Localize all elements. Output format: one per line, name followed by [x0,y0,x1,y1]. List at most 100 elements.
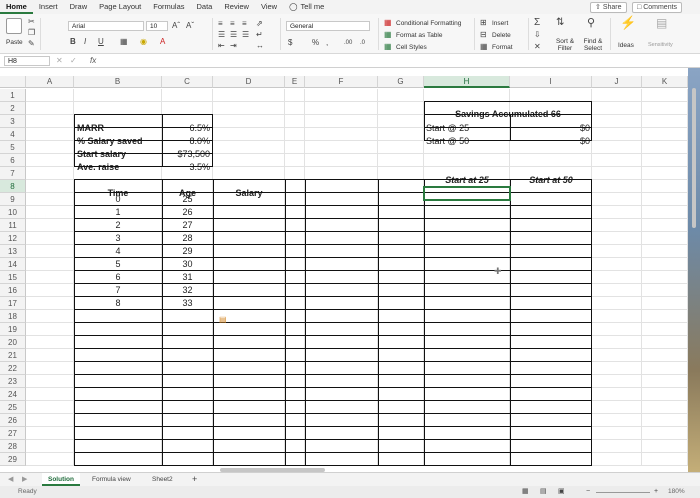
row-header[interactable]: 18 [0,310,26,323]
tab-data[interactable]: Data [191,0,219,14]
format-as-table-button[interactable]: Format as Table [396,32,442,39]
align-center-icon[interactable]: ☰ [230,31,237,39]
align-top-icon[interactable]: ≡ [218,20,223,28]
col-header-a[interactable]: A [26,76,74,88]
name-box[interactable]: H8 [4,56,50,66]
tell-me-box[interactable]: ◯ Tell me [283,0,330,14]
col-header-e[interactable]: E [285,76,305,88]
clear-icon[interactable]: ✕ [534,43,541,51]
tab-review[interactable]: Review [218,0,255,14]
time-cell[interactable]: 6 [74,271,162,283]
time-cell[interactable]: 4 [74,245,162,257]
table-header-salary[interactable]: Salary [213,187,285,199]
borders-icon[interactable]: ▦ [120,38,128,46]
italic-icon[interactable]: I [84,38,86,46]
tab-view[interactable]: View [255,0,283,14]
cancel-icon[interactable]: ✕ [56,57,63,65]
col-header-c[interactable]: C [162,76,213,88]
autosum-icon[interactable]: Σ [534,18,540,28]
bold-icon[interactable]: B [70,38,76,46]
sheet-tab-formula-view[interactable]: Formula view [86,473,137,486]
start-at-25-header[interactable]: Start at 25 [424,174,510,186]
selected-cell-h8[interactable] [423,186,511,201]
age-cell[interactable]: 30 [162,258,213,270]
sort-filter-icon[interactable]: ⇅ [556,18,564,28]
percent-icon[interactable]: % [312,39,319,47]
conditional-formatting-button[interactable]: Conditional Formatting [396,20,461,27]
age-cell[interactable]: 27 [162,219,213,231]
savings-row-value[interactable]: $0 [510,135,590,147]
row-header[interactable]: 26 [0,414,26,427]
decrease-font-icon[interactable]: Aˇ [186,22,194,30]
row-header[interactable]: 27 [0,427,26,440]
increase-decimal-icon[interactable]: .00 [344,39,352,47]
row-header[interactable]: 21 [0,349,26,362]
page-break-view-icon[interactable]: ▣ [558,488,565,496]
row-header[interactable]: 24 [0,388,26,401]
add-sheet-button[interactable]: + [186,473,203,486]
increase-font-icon[interactable]: Aˆ [172,22,180,30]
age-cell[interactable]: 29 [162,245,213,257]
paste-icon[interactable] [6,18,22,34]
sensitivity-button[interactable]: Sensitivity [648,42,673,48]
next-sheet-icon[interactable]: ▶ [22,476,27,484]
col-header-g[interactable]: G [378,76,424,88]
time-cell[interactable]: 1 [74,206,162,218]
select-all-corner[interactable] [0,76,26,88]
merge-center-icon[interactable]: ↔ [256,42,264,50]
sort-filter-button[interactable]: Sort & Filter [552,38,578,52]
row-header[interactable]: 6 [0,154,26,167]
row-header[interactable]: 8 [0,180,26,193]
row-header[interactable]: 4 [0,128,26,141]
row-header[interactable]: 20 [0,336,26,349]
param-label[interactable]: % Salary saved [77,135,143,147]
align-right-icon[interactable]: ☰ [242,31,249,39]
time-cell[interactable]: 8 [74,297,162,309]
row-header[interactable]: 11 [0,219,26,232]
col-header-h[interactable]: H [424,76,510,88]
age-cell[interactable]: 26 [162,206,213,218]
tab-home[interactable]: Home [0,0,33,14]
row-header[interactable]: 22 [0,362,26,375]
row-header[interactable]: 7 [0,167,26,180]
wrap-text-icon[interactable]: ↵ [256,31,263,39]
age-cell[interactable]: 33 [162,297,213,309]
col-header-f[interactable]: F [305,76,378,88]
cut-icon[interactable]: ✂ [28,18,35,26]
row-header[interactable]: 2 [0,102,26,115]
savings-row-value[interactable]: $0 [510,122,590,134]
row-header[interactable]: 25 [0,401,26,414]
decrease-decimal-icon[interactable]: .0 [360,39,365,47]
fx-label[interactable]: fx [90,56,96,65]
font-size-select[interactable]: 10 [146,21,168,31]
zoom-in-icon[interactable]: + [654,488,658,496]
col-header-i[interactable]: I [510,76,592,88]
fill-icon[interactable]: ⇩ [534,31,541,39]
decrease-indent-icon[interactable]: ⇤ [218,42,225,50]
currency-icon[interactable]: $ [288,39,292,47]
param-value[interactable]: 8.0% [162,135,210,147]
time-cell[interactable]: 3 [74,232,162,244]
row-header[interactable]: 12 [0,232,26,245]
number-format-select[interactable]: General [286,21,370,31]
param-value[interactable]: 3.5% [162,161,210,173]
time-cell[interactable]: 5 [74,258,162,270]
param-value[interactable]: 6.5% [162,122,210,134]
param-label[interactable]: Ave. raise [77,161,119,173]
row-header[interactable]: 29 [0,453,26,466]
row-header[interactable]: 13 [0,245,26,258]
vertical-scrollbar[interactable] [692,88,696,228]
normal-view-icon[interactable]: ▦ [522,488,529,496]
param-label[interactable]: MARR [77,122,104,134]
font-name-select[interactable]: Arial [68,21,144,31]
time-cell[interactable]: 0 [74,193,162,205]
format-painter-icon[interactable]: ✎ [28,40,35,48]
col-header-d[interactable]: D [213,76,285,88]
zoom-slider[interactable] [596,492,650,493]
underline-icon[interactable]: U [98,38,104,46]
tab-formulas[interactable]: Formulas [147,0,190,14]
comma-icon[interactable]: , [326,39,328,47]
find-select-icon[interactable]: ⚲ [587,18,595,29]
param-value[interactable]: $73,500 [162,148,210,160]
paste-options-icon[interactable]: ▤ [219,316,227,324]
